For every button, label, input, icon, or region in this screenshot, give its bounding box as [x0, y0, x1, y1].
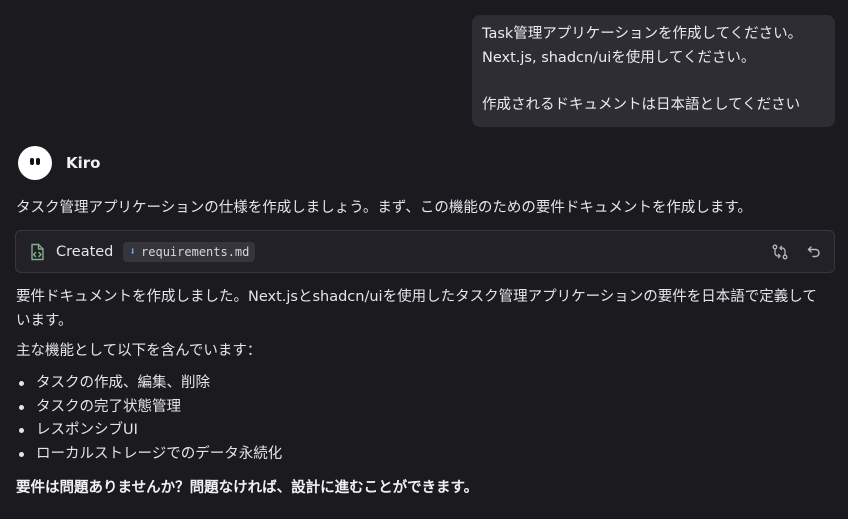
file-chip[interactable]: ⬇ requirements.md	[123, 241, 256, 262]
features-intro-text: 主な機能として以下を含んでいます：	[16, 343, 262, 359]
list-item: タスクの作成、編集、削除	[16, 372, 282, 396]
agent-header: Kiro	[18, 146, 100, 180]
agent-question-text: 要件は問題ありませんか？問題なければ、設計に進むことができます。	[16, 480, 479, 496]
list-item: ローカルストレージでのデータ永続化	[16, 443, 282, 467]
list-item: タスクの完了状態管理	[16, 396, 282, 420]
markdown-icon: ⬇	[129, 245, 137, 258]
user-message-line: Next.js, shadcn/uiを使用してください。	[482, 49, 756, 66]
user-message-bubble: Task管理アプリケーションを作成してください。 Next.js, shadcn…	[472, 15, 835, 127]
agent-intro-text: タスク管理アプリケーションの仕様を作成しましょう。まず、この機能のための要件ドキ…	[16, 200, 752, 216]
file-code-icon	[26, 241, 48, 263]
user-message-line: Task管理アプリケーションを作成してください。	[482, 26, 803, 42]
list-item: レスポンシブUI	[16, 419, 282, 443]
file-actions	[770, 242, 824, 262]
kiro-avatar-icon	[18, 146, 52, 180]
undo-icon[interactable]	[804, 242, 824, 262]
agent-done-text: 要件ドキュメントを作成しました。Next.jsとshadcn/uiを使用したタス…	[16, 289, 817, 329]
file-name: requirements.md	[141, 244, 250, 259]
features-list: タスクの作成、編集、削除 タスクの完了状態管理 レスポンシブUI ローカルストレ…	[16, 372, 282, 466]
agent-name: Kiro	[66, 154, 101, 172]
file-status-label: Created	[56, 243, 114, 260]
file-created-card: Created ⬇ requirements.md	[15, 230, 835, 273]
compare-icon[interactable]	[770, 242, 790, 262]
user-message-line: 作成されるドキュメントは日本語としてください	[482, 96, 801, 113]
user-message-blank-line	[482, 70, 825, 94]
